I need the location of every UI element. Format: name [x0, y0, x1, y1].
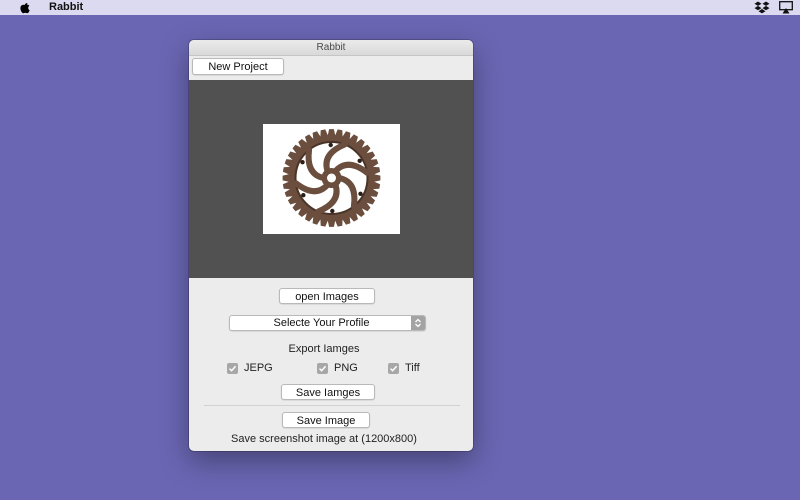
checkbox-label: Tiff: [405, 362, 420, 374]
profile-select-value: Selecte Your Profile: [273, 317, 370, 329]
checkbox-label: PNG: [334, 362, 358, 374]
gear-icon: [282, 129, 381, 227]
image-preview-area: [189, 80, 473, 278]
dropbox-icon[interactable]: [754, 1, 770, 14]
divider: [204, 405, 460, 406]
checkbox-tiff[interactable]: Tiff: [388, 362, 420, 374]
profile-select[interactable]: Selecte Your Profile: [229, 315, 426, 331]
export-images-label: Export Iamges: [288, 343, 360, 355]
new-project-button[interactable]: New Project: [192, 58, 284, 75]
airplay-icon[interactable]: [779, 1, 793, 14]
checkbox-checked-icon[interactable]: [317, 362, 328, 374]
checkbox-jepg[interactable]: JEPG: [227, 362, 273, 374]
open-images-button[interactable]: open Images: [279, 288, 375, 304]
app-name[interactable]: Rabbit: [49, 1, 83, 13]
save-image-button[interactable]: Save Image: [282, 412, 370, 428]
select-chevron-icon[interactable]: [411, 316, 425, 330]
preview-image: [263, 124, 400, 234]
menu-bar: Rabbit: [0, 0, 800, 15]
apple-icon[interactable]: [18, 0, 32, 15]
checkbox-checked-icon[interactable]: [388, 362, 399, 374]
rabbit-window: Rabbit New Project open Images Selecte Y…: [189, 40, 473, 451]
checkbox-checked-icon[interactable]: [227, 362, 238, 374]
save-images-button[interactable]: Save Iamges: [281, 384, 375, 400]
window-title[interactable]: Rabbit: [189, 40, 473, 56]
save-resolution-text: Save screenshot image at (1200x800): [231, 433, 417, 445]
checkbox-label: JEPG: [244, 362, 273, 374]
checkbox-png[interactable]: PNG: [317, 362, 358, 374]
